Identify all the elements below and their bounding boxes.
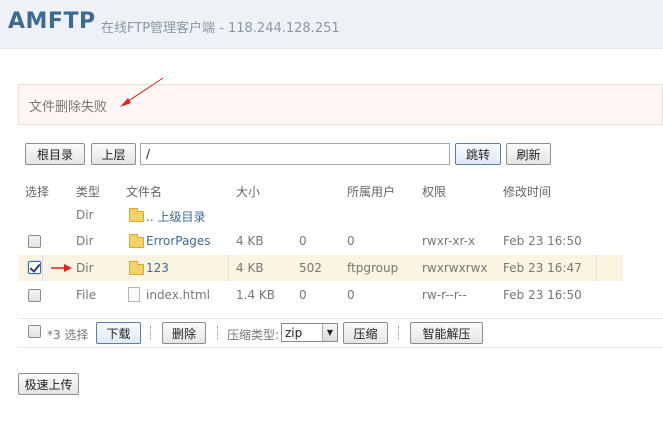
- col-header-select: 选择: [25, 185, 50, 199]
- error-message-text: 文件删除失败: [29, 100, 108, 115]
- compress-type-label: 压缩类型:: [227, 328, 280, 342]
- compress-type-select[interactable]: zip ▼: [281, 323, 338, 342]
- folder-icon: [129, 208, 144, 222]
- selected-count-label: *3 选择: [47, 328, 89, 342]
- row-type: Dir: [76, 208, 94, 222]
- row-divider: [228, 255, 229, 281]
- row-divider: [42, 255, 43, 281]
- folder-icon: [129, 234, 144, 248]
- col-header-mtime: 修改时间: [503, 185, 552, 199]
- row-owner: 0: [347, 288, 355, 302]
- row-num: 0: [299, 234, 307, 248]
- row-size: 4 KB: [236, 234, 264, 248]
- row-type: Dir: [76, 261, 94, 275]
- col-header-name: 文件名: [126, 185, 163, 199]
- col-header-type: 类型: [76, 185, 101, 199]
- table-row-selected[interactable]: Dir 123 4 KB 502 ftpgroup rwxrwxrwx Feb …: [18, 255, 623, 281]
- row-checkbox-checked[interactable]: [28, 261, 41, 274]
- row-type: File: [76, 288, 97, 302]
- col-header-size: 大小: [236, 185, 261, 199]
- row-size: 1.4 KB: [236, 288, 275, 302]
- row-mtime: Feb 23 16:47: [503, 261, 582, 275]
- refresh-button[interactable]: 刷新: [506, 143, 551, 165]
- col-header-owner: 所属用户: [347, 185, 396, 199]
- select-all-checkbox[interactable]: [28, 325, 41, 338]
- separator: [150, 326, 151, 340]
- compress-type-value: zip: [285, 326, 303, 340]
- fast-upload-button[interactable]: 极速上传: [18, 373, 79, 395]
- root-dir-button[interactable]: 根目录: [25, 143, 85, 165]
- separator: [217, 326, 218, 340]
- app-logo: AMFTP: [8, 9, 96, 34]
- file-icon: [128, 287, 140, 302]
- smart-extract-button[interactable]: 智能解压: [410, 322, 483, 344]
- parent-dir-link[interactable]: .. 上级目录: [146, 208, 205, 225]
- jump-button[interactable]: 跳转: [455, 143, 501, 165]
- path-input[interactable]: /: [140, 143, 450, 165]
- row-checkbox[interactable]: [28, 235, 41, 248]
- col-header-perm: 权限: [422, 185, 447, 199]
- folder-icon: [129, 261, 144, 275]
- row-mtime: Feb 23 16:50: [503, 234, 582, 248]
- row-num: 0: [299, 288, 307, 302]
- row-mtime: Feb 23 16:50: [503, 288, 582, 302]
- error-message-box: 文件删除失败: [18, 84, 663, 125]
- row-size: 4 KB: [236, 261, 264, 275]
- app-subtitle: 在线FTP管理客户端 - 118.244.128.251: [101, 21, 340, 36]
- row-name-link[interactable]: index.html: [146, 288, 210, 302]
- row-owner: 0: [347, 234, 355, 248]
- download-button[interactable]: 下载: [96, 322, 141, 344]
- chevron-down-icon[interactable]: ▼: [322, 324, 337, 341]
- row-name-link[interactable]: 123: [146, 261, 169, 275]
- delete-button[interactable]: 删除: [162, 322, 206, 344]
- separator: [398, 326, 399, 340]
- row-num: 502: [299, 261, 322, 275]
- parent-dir-row[interactable]: Dir .. 上级目录: [18, 202, 623, 228]
- table-row[interactable]: Dir ErrorPages 4 KB 0 0 rwxr-xr-x Feb 23…: [18, 228, 623, 254]
- row-perm: rwxr-xr-x: [422, 234, 476, 248]
- row-perm: rwxrwxrwx: [422, 261, 488, 275]
- table-row[interactable]: File index.html 1.4 KB 0 0 rw-r--r-- Feb…: [18, 282, 623, 308]
- row-owner: ftpgroup: [347, 261, 399, 275]
- row-perm: rw-r--r--: [422, 288, 467, 302]
- row-type: Dir: [76, 234, 94, 248]
- parent-dir-button[interactable]: 上层: [91, 143, 136, 165]
- row-checkbox[interactable]: [28, 289, 41, 302]
- app-header: AMFTP 在线FTP管理客户端 - 118.244.128.251: [0, 0, 663, 49]
- compress-button[interactable]: 压缩: [343, 322, 388, 344]
- row-name-link[interactable]: ErrorPages: [146, 234, 211, 248]
- row-divider: [596, 255, 597, 281]
